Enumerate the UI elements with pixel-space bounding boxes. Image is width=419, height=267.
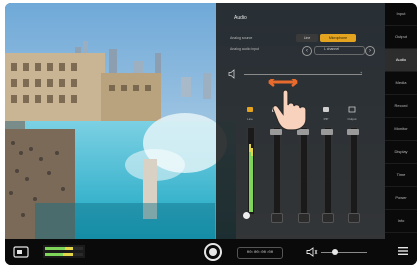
channel-4-fader[interactable]: [321, 129, 333, 135]
sidebar-item-time[interactable]: Time: [385, 164, 417, 187]
channel-1-indicator: [243, 212, 250, 219]
channel-1-label: Line: [247, 117, 253, 121]
channel-5-label: Output: [347, 117, 357, 121]
channel-5-fader[interactable]: [347, 129, 359, 135]
sidebar-item-monitor[interactable]: Monitor: [385, 118, 417, 141]
menu-icon[interactable]: [397, 245, 409, 257]
sidebar-item-output[interactable]: Output: [385, 26, 417, 49]
timecode-display: 00:00:00:00: [237, 247, 283, 259]
channel-5-button[interactable]: [348, 213, 360, 223]
channel-2-button[interactable]: [271, 213, 283, 223]
volume-icon[interactable]: [306, 247, 318, 257]
channel-3-button[interactable]: [298, 213, 310, 223]
sidebar-item-audio[interactable]: Audio: [385, 49, 417, 72]
sidebar-item-record[interactable]: Record: [385, 95, 417, 118]
input-icon[interactable]: [13, 246, 29, 258]
hand-gesture-icon: [268, 79, 307, 131]
audio-level-mini-meter: [43, 245, 85, 258]
volume-slider-track[interactable]: [321, 252, 367, 253]
channel-4-label: PIP: [323, 117, 329, 121]
device-frame: Audio Analog source Line Microphone Anal…: [5, 3, 417, 265]
sidebar-item-media[interactable]: Media: [385, 72, 417, 95]
record-button-center[interactable]: [209, 248, 217, 256]
volume-slider-handle[interactable]: [332, 249, 338, 255]
camera-preview: Audio Analog source Line Microphone Anal…: [5, 3, 385, 239]
sidebar-item-power[interactable]: Power: [385, 187, 417, 210]
channel-1-meter: [247, 127, 255, 215]
sidebar-item-display[interactable]: Display: [385, 141, 417, 164]
channel-4-meter: [324, 127, 332, 215]
channel-2-meter: [273, 127, 281, 215]
settings-sidebar: Input Output Audio Media Record Monitor …: [385, 3, 417, 265]
sidebar-item-input[interactable]: Input: [385, 3, 417, 26]
channel-3-meter: [300, 127, 308, 215]
channel-5-meter: [350, 127, 358, 215]
sidebar-item-info[interactable]: Info: [385, 210, 417, 233]
channel-4-button[interactable]: [322, 213, 334, 223]
